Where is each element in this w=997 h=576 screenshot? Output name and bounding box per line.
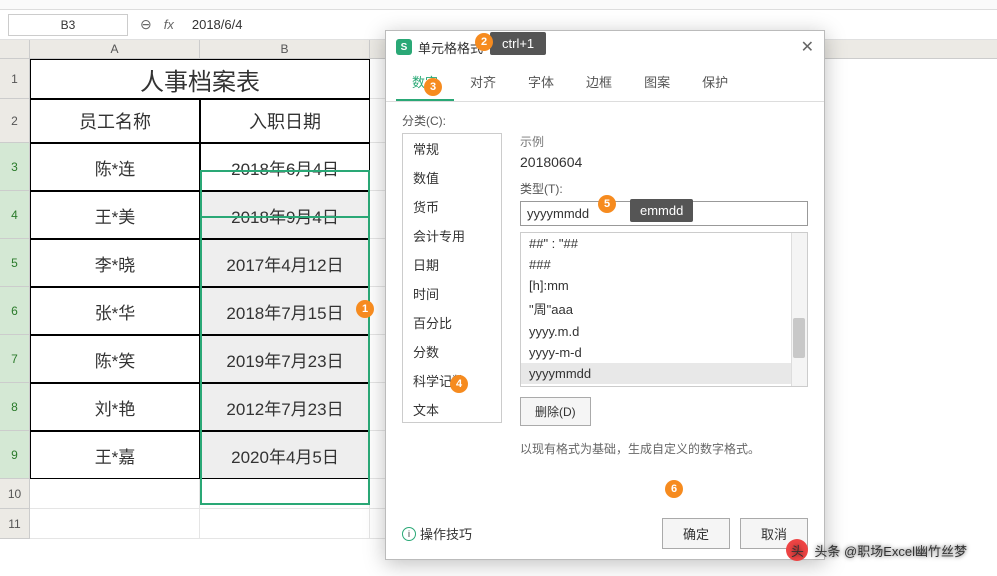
step-badge-1: 1 xyxy=(356,300,374,318)
step-badge-5: 5 xyxy=(598,195,616,213)
category-label: 分类(C): xyxy=(402,112,808,129)
zoom-icon[interactable]: ⊖ xyxy=(140,16,152,33)
row-header[interactable]: 9 xyxy=(0,431,30,479)
watermark: 头 头条 @职场Excel幽竹丝梦 xyxy=(786,539,967,561)
cell-name[interactable]: 刘*艳 xyxy=(30,383,200,431)
step-badge-6: 6 xyxy=(665,480,683,498)
category-item[interactable]: 常规 xyxy=(403,134,501,163)
format-list[interactable]: ##" : "## ### [h]:mm "周"aaa yyyy.m.d yyy… xyxy=(520,232,808,387)
tips-link[interactable]: i 操作技巧 xyxy=(402,524,472,543)
watermark-icon: 头 xyxy=(786,539,808,561)
formula-value[interactable]: 2018/6/4 xyxy=(186,15,249,34)
row-header[interactable]: 8 xyxy=(0,383,30,431)
cell-date[interactable]: 2018年6月4日 xyxy=(200,143,370,191)
category-item[interactable]: 货币 xyxy=(403,192,501,221)
category-item[interactable]: 会计专用 xyxy=(403,221,501,250)
ok-button[interactable]: 确定 xyxy=(662,518,730,549)
row-header[interactable]: 2 xyxy=(0,99,30,143)
delete-button[interactable]: 删除(D) xyxy=(520,397,591,426)
info-icon: i xyxy=(402,527,416,541)
app-icon: S xyxy=(396,39,412,55)
cell-date[interactable]: 2012年7月23日 xyxy=(200,383,370,431)
tab-font[interactable]: 字体 xyxy=(512,64,570,101)
table-header[interactable]: 员工名称 xyxy=(30,99,200,143)
dialog-titlebar: S 单元格格式 ✕ xyxy=(386,31,824,64)
row-header[interactable]: 5 xyxy=(0,239,30,287)
row-header[interactable]: 11 xyxy=(0,509,30,539)
cell[interactable] xyxy=(200,479,370,509)
cell-name[interactable]: 张*华 xyxy=(30,287,200,335)
cell-date[interactable]: 2019年7月23日 xyxy=(200,335,370,383)
tab-protect[interactable]: 保护 xyxy=(686,64,744,101)
row-header[interactable]: 4 xyxy=(0,191,30,239)
tab-border[interactable]: 边框 xyxy=(570,64,628,101)
category-item[interactable]: 数值 xyxy=(403,163,501,192)
name-box[interactable] xyxy=(8,14,128,36)
format-item[interactable]: ##" : "## xyxy=(521,233,807,254)
cell[interactable] xyxy=(30,479,200,509)
format-item[interactable]: "周"aaa xyxy=(521,296,807,321)
cell-name[interactable]: 王*嘉 xyxy=(30,431,200,479)
step-badge-2: 2 xyxy=(475,33,493,51)
format-item[interactable]: yyyy-m-d xyxy=(521,342,807,363)
row-header[interactable]: 7 xyxy=(0,335,30,383)
example-label: 示例 xyxy=(520,133,808,150)
cell-name[interactable]: 王*美 xyxy=(30,191,200,239)
cell-date[interactable]: 2018年9月4日 xyxy=(200,191,370,239)
format-item[interactable]: ### xyxy=(521,254,807,275)
tab-pattern[interactable]: 图案 xyxy=(628,64,686,101)
cell-name[interactable]: 李*晓 xyxy=(30,239,200,287)
dialog-title: 单元格格式 xyxy=(418,38,483,57)
row-header[interactable]: 3 xyxy=(0,143,30,191)
cell-name[interactable]: 陈*笑 xyxy=(30,335,200,383)
dialog-tabs: 数字 对齐 字体 边框 图案 保护 xyxy=(386,64,824,102)
col-header[interactable]: A xyxy=(30,40,200,58)
format-item[interactable]: yyyy.m.d xyxy=(521,321,807,342)
cell-date[interactable]: 2017年4月12日 xyxy=(200,239,370,287)
hint-text: 以现有格式为基础，生成自定义的数字格式。 xyxy=(520,440,808,457)
category-item[interactable]: 百分比 xyxy=(403,308,501,337)
top-toolbar xyxy=(0,0,997,10)
cell-date[interactable]: 2018年7月15日 xyxy=(200,287,370,335)
close-icon[interactable]: ✕ xyxy=(801,37,814,57)
watermark-text: 头条 @职场Excel幽竹丝梦 xyxy=(814,541,967,560)
shortcut-hint: ctrl+1 xyxy=(490,32,546,55)
corner-cell[interactable] xyxy=(0,40,30,58)
type-label: 类型(T): xyxy=(520,180,808,197)
fx-icon[interactable]: fx xyxy=(164,17,174,32)
row-header[interactable]: 10 xyxy=(0,479,30,509)
step-badge-3: 3 xyxy=(424,78,442,96)
tab-align[interactable]: 对齐 xyxy=(454,64,512,101)
row-header[interactable]: 1 xyxy=(0,59,30,99)
scrollbar-thumb[interactable] xyxy=(793,318,805,358)
format-item[interactable]: yyyymmdd xyxy=(521,363,807,384)
category-item[interactable]: 分数 xyxy=(403,337,501,366)
cell-name[interactable]: 陈*连 xyxy=(30,143,200,191)
example-value: 20180604 xyxy=(520,154,808,170)
row-header[interactable]: 6 xyxy=(0,287,30,335)
cell-date[interactable]: 2020年4月5日 xyxy=(200,431,370,479)
format-item[interactable]: [h]:mm xyxy=(521,275,807,296)
step-badge-4: 4 xyxy=(450,375,468,393)
scrollbar[interactable] xyxy=(791,233,807,386)
table-header[interactable]: 入职日期 xyxy=(200,99,370,143)
emmdd-tooltip: emmdd xyxy=(630,199,693,222)
col-header[interactable]: B xyxy=(200,40,370,58)
tips-label: 操作技巧 xyxy=(420,524,472,543)
cell[interactable] xyxy=(30,509,200,539)
category-item[interactable]: 文本 xyxy=(403,395,501,423)
table-title[interactable]: 人事档案表 xyxy=(30,59,370,99)
cell-format-dialog: S 单元格格式 ✕ 数字 对齐 字体 边框 图案 保护 分类(C): 常规 数值… xyxy=(385,30,825,560)
category-item[interactable]: 时间 xyxy=(403,279,501,308)
cell[interactable] xyxy=(200,509,370,539)
category-item[interactable]: 日期 xyxy=(403,250,501,279)
